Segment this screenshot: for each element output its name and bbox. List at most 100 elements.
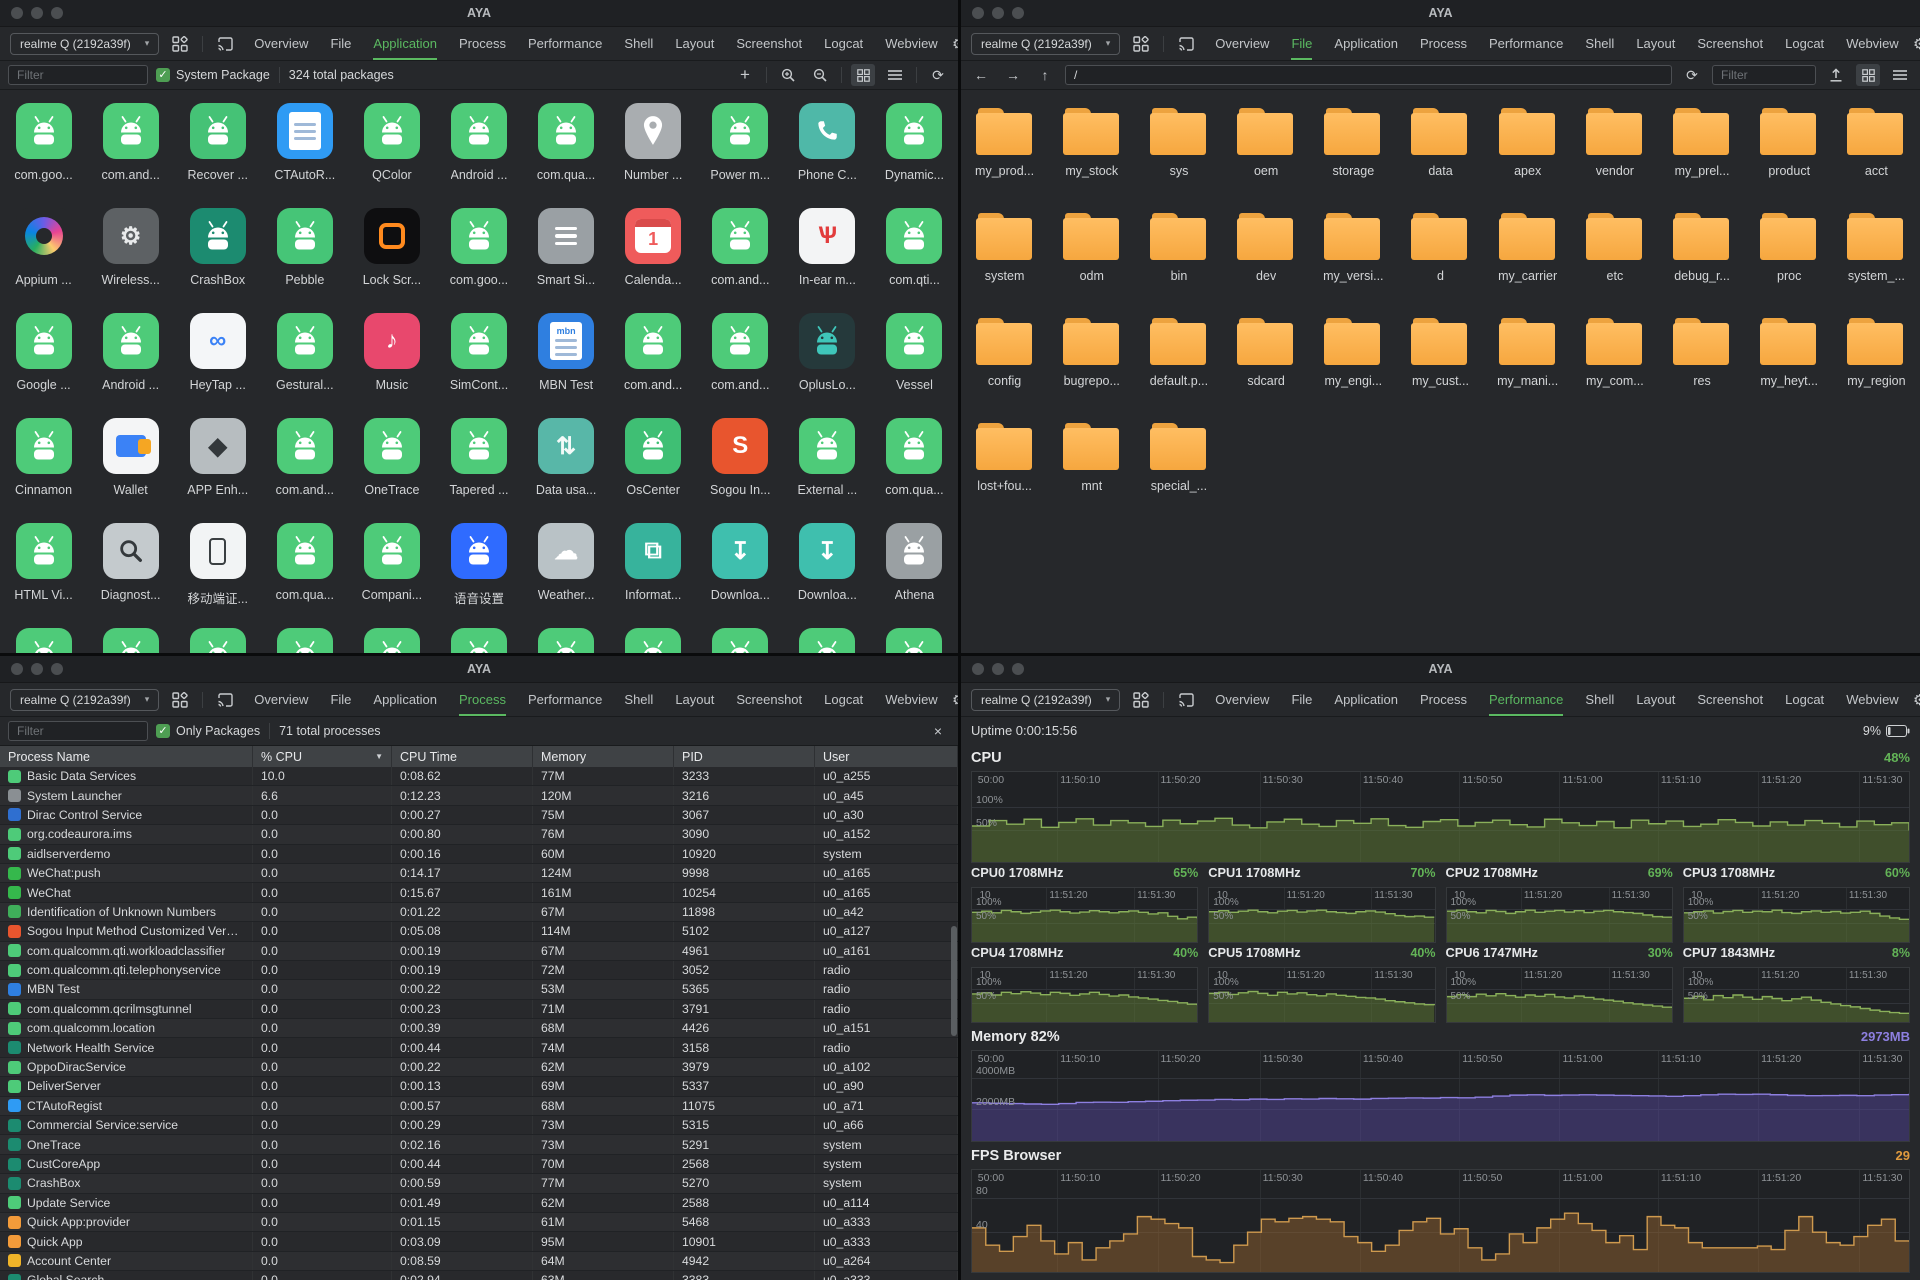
folder-item[interactable]: sdcard <box>1223 313 1310 418</box>
list-view-icon[interactable] <box>1888 64 1912 86</box>
folder-item[interactable]: bin <box>1135 208 1222 313</box>
app-item[interactable]: Smart Si... <box>523 208 610 313</box>
tab-process[interactable]: Process <box>459 683 506 716</box>
app-item[interactable]: Android ... <box>435 103 522 208</box>
tab-application[interactable]: Application <box>373 27 437 60</box>
app-item[interactable]: com.and... <box>697 208 784 313</box>
process-row[interactable]: MBN Test0.00:00.2253M5365radio <box>0 980 958 999</box>
process-row[interactable]: com.qualcomm.location0.00:00.3968M4426u0… <box>0 1019 958 1038</box>
app-item[interactable]: ⧉Informat... <box>610 523 697 628</box>
tab-shell[interactable]: Shell <box>1585 27 1614 60</box>
process-row[interactable]: WeChat0.00:15.67161M10254u0_a165 <box>0 883 958 902</box>
app-item-partial[interactable] <box>174 628 261 653</box>
app-item[interactable]: ◆APP Enh... <box>174 418 261 523</box>
process-row[interactable]: DeliverServer0.00:00.1369M5337u0_a90 <box>0 1077 958 1096</box>
app-item[interactable]: ∞HeyTap ... <box>174 313 261 418</box>
process-row[interactable]: System Launcher6.60:12.23120M3216u0_a45 <box>0 786 958 805</box>
process-row[interactable]: OneTrace0.00:02.1673M5291system <box>0 1135 958 1154</box>
app-item[interactable]: Android ... <box>87 313 174 418</box>
tab-process[interactable]: Process <box>1420 683 1467 716</box>
back-icon[interactable]: ← <box>969 64 993 86</box>
tab-layout[interactable]: Layout <box>675 683 714 716</box>
zoom-in-icon[interactable] <box>776 64 800 86</box>
folder-item[interactable]: my_engi... <box>1310 313 1397 418</box>
close-icon[interactable]: × <box>926 720 950 742</box>
tab-logcat[interactable]: Logcat <box>1785 683 1824 716</box>
app-item[interactable]: com.goo... <box>0 103 87 208</box>
app-item[interactable]: CrashBox <box>174 208 261 313</box>
only-packages-checkbox[interactable]: ✓Only Packages <box>156 724 260 738</box>
app-item[interactable]: SimCont... <box>435 313 522 418</box>
app-item[interactable]: com.qti... <box>871 208 958 313</box>
folder-item[interactable]: my_carrier <box>1484 208 1571 313</box>
scrollbar-thumb[interactable] <box>951 926 957 1036</box>
process-row[interactable]: WeChat:push0.00:14.17124M9998u0_a165 <box>0 864 958 883</box>
device-select[interactable]: realme Q (2192a39f)▾ <box>971 689 1120 711</box>
app-item[interactable]: ѰIn-ear m... <box>784 208 871 313</box>
app-item[interactable]: HTML Vi... <box>0 523 87 628</box>
process-row[interactable]: com.qualcomm.qcrilmsgtunnel0.00:00.2371M… <box>0 1000 958 1019</box>
app-item-partial[interactable] <box>784 628 871 653</box>
app-item-partial[interactable] <box>435 628 522 653</box>
folder-item[interactable]: bugrepo... <box>1048 313 1135 418</box>
process-row[interactable]: org.codeaurora.ims0.00:00.8076M3090u0_a1… <box>0 825 958 844</box>
app-item[interactable]: Power m... <box>697 103 784 208</box>
process-row[interactable]: Identification of Unknown Numbers0.00:01… <box>0 903 958 922</box>
folder-item[interactable]: odm <box>1048 208 1135 313</box>
app-item[interactable]: OplusLo... <box>784 313 871 418</box>
process-row[interactable]: Quick App:provider0.00:01.1561M5468u0_a3… <box>0 1213 958 1232</box>
app-item[interactable]: Gestural... <box>261 313 348 418</box>
tab-layout[interactable]: Layout <box>1636 27 1675 60</box>
folder-item[interactable]: config <box>961 313 1048 418</box>
folder-item[interactable]: oem <box>1223 103 1310 208</box>
column-header[interactable]: User <box>815 746 958 767</box>
app-item[interactable]: ☁Weather... <box>523 523 610 628</box>
folder-item[interactable]: my_cust... <box>1397 313 1484 418</box>
app-item[interactable]: Vessel <box>871 313 958 418</box>
folder-item[interactable]: my_mani... <box>1484 313 1571 418</box>
app-item[interactable]: Cinnamon <box>0 418 87 523</box>
folder-item[interactable]: sys <box>1135 103 1222 208</box>
process-row[interactable]: Update Service0.00:01.4962M2588u0_a114 <box>0 1194 958 1213</box>
column-header[interactable]: Memory <box>533 746 674 767</box>
traffic-lights[interactable] <box>972 656 1024 682</box>
device-select[interactable]: realme Q (2192a39f)▾ <box>971 33 1120 55</box>
app-item-partial[interactable] <box>261 628 348 653</box>
folder-item[interactable]: vendor <box>1571 103 1658 208</box>
process-row[interactable]: Quick App0.00:03.0995M10901u0_a333 <box>0 1232 958 1251</box>
tab-screenshot[interactable]: Screenshot <box>736 683 802 716</box>
forward-icon[interactable]: → <box>1001 64 1025 86</box>
app-item[interactable]: Wallet <box>87 418 174 523</box>
app-item[interactable]: CTAutoR... <box>261 103 348 208</box>
workspace-icon[interactable] <box>1129 33 1153 55</box>
column-header[interactable]: % CPU▼ <box>253 746 392 767</box>
filter-input[interactable] <box>8 65 148 85</box>
folder-item[interactable]: d <box>1397 208 1484 313</box>
process-row[interactable]: Account Center0.00:08.5964M4942u0_a264 <box>0 1252 958 1271</box>
column-header[interactable]: PID <box>674 746 815 767</box>
app-item-partial[interactable] <box>610 628 697 653</box>
app-item[interactable]: com.qua... <box>871 418 958 523</box>
tab-performance[interactable]: Performance <box>1489 683 1563 716</box>
app-item[interactable]: com.and... <box>87 103 174 208</box>
app-item[interactable]: Compani... <box>348 523 435 628</box>
app-item[interactable]: Diagnost... <box>87 523 174 628</box>
settings-gear-icon[interactable]: ⚙ <box>947 33 958 55</box>
add-button[interactable]: + <box>733 64 757 86</box>
tab-performance[interactable]: Performance <box>528 683 602 716</box>
app-item[interactable]: SSogou In... <box>697 418 784 523</box>
tab-shell[interactable]: Shell <box>624 683 653 716</box>
tab-layout[interactable]: Layout <box>675 27 714 60</box>
app-item[interactable]: QColor <box>348 103 435 208</box>
app-item-partial[interactable] <box>87 628 174 653</box>
app-item[interactable]: ↧Downloa... <box>784 523 871 628</box>
folder-item[interactable]: special_... <box>1135 418 1222 523</box>
folder-item[interactable]: proc <box>1746 208 1833 313</box>
workspace-icon[interactable] <box>168 689 192 711</box>
column-header[interactable]: Process Name <box>0 746 253 767</box>
traffic-lights[interactable] <box>11 656 63 682</box>
process-row[interactable]: Basic Data Services10.00:08.6277M3233u0_… <box>0 767 958 786</box>
app-item[interactable]: Google ... <box>0 313 87 418</box>
app-item[interactable]: com.goo... <box>435 208 522 313</box>
tab-process[interactable]: Process <box>1420 27 1467 60</box>
